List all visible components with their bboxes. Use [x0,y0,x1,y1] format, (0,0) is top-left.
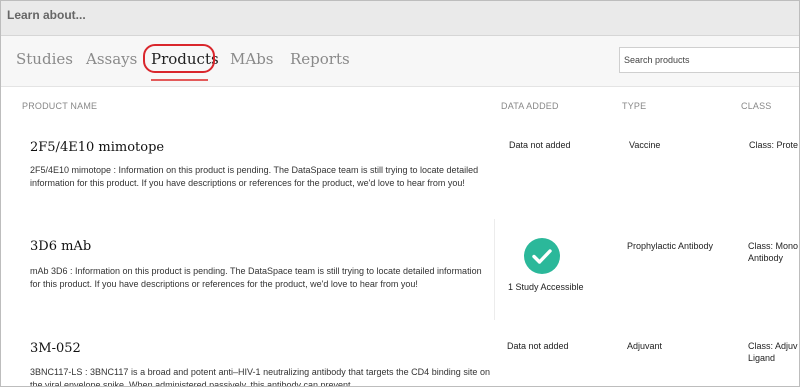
column-divider [494,219,495,320]
study-accessible-link[interactable]: 1 Study Accessible [508,281,584,293]
header-bar: Learn about... [1,1,799,36]
product-row[interactable]: 3M-052 3BNC117-LS : 3BNC117 is a broad a… [14,320,799,387]
product-description: mAb 3D6 : Information on this product is… [30,266,482,289]
product-list: 2F5/4E10 mimotope 2F5/4E10 mimotope : In… [14,118,799,387]
data-added-status: Data not added [509,140,571,150]
search-input[interactable] [619,47,799,73]
tab-reports[interactable]: Reports [290,50,350,68]
product-type: Vaccine [629,140,661,150]
column-header-data-added[interactable]: DATA ADDED [501,101,559,111]
check-circle-icon [524,238,560,274]
product-row[interactable]: 3D6 mAb mAb 3D6 : Information on this pr… [14,219,799,321]
product-description: 3BNC117-LS : 3BNC117 is a broad and pote… [30,367,490,387]
data-added-status: Data not added [507,341,569,351]
tab-assays[interactable]: Assays [86,50,137,68]
product-name[interactable]: 3D6 mAb [30,239,91,254]
column-header-type[interactable]: TYPE [622,101,646,111]
product-row[interactable]: 2F5/4E10 mimotope 2F5/4E10 mimotope : In… [14,118,799,220]
product-description: 2F5/4E10 mimotope : Information on this … [30,165,479,188]
product-class: Class: Mono Antibody [748,241,799,263]
page-title: Learn about... [7,8,86,22]
column-header-class[interactable]: CLASS [741,101,772,111]
product-type: Adjuvant [627,341,663,351]
tab-studies[interactable]: Studies [16,50,73,68]
tab-products-highlight [143,44,215,73]
product-class: Class: Adjuv Ligand [748,341,798,363]
column-header-product-name[interactable]: PRODUCT NAME [22,101,97,111]
product-class: Class: Prote [749,140,799,150]
product-name[interactable]: 3M-052 [30,341,81,356]
app-frame: Learn about... Studies Assays Products M… [0,0,800,387]
tab-mabs[interactable]: MAbs [230,50,274,68]
active-tab-underline [151,79,208,81]
product-type: Prophylactic Antibody [627,241,714,251]
product-name[interactable]: 2F5/4E10 mimotope [30,140,164,155]
